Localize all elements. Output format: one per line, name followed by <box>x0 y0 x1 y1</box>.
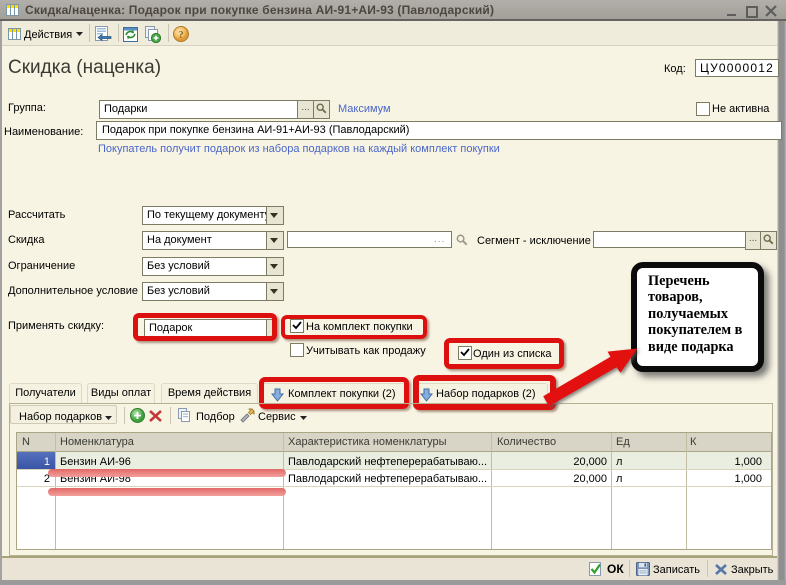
svg-text:?: ? <box>178 29 184 41</box>
